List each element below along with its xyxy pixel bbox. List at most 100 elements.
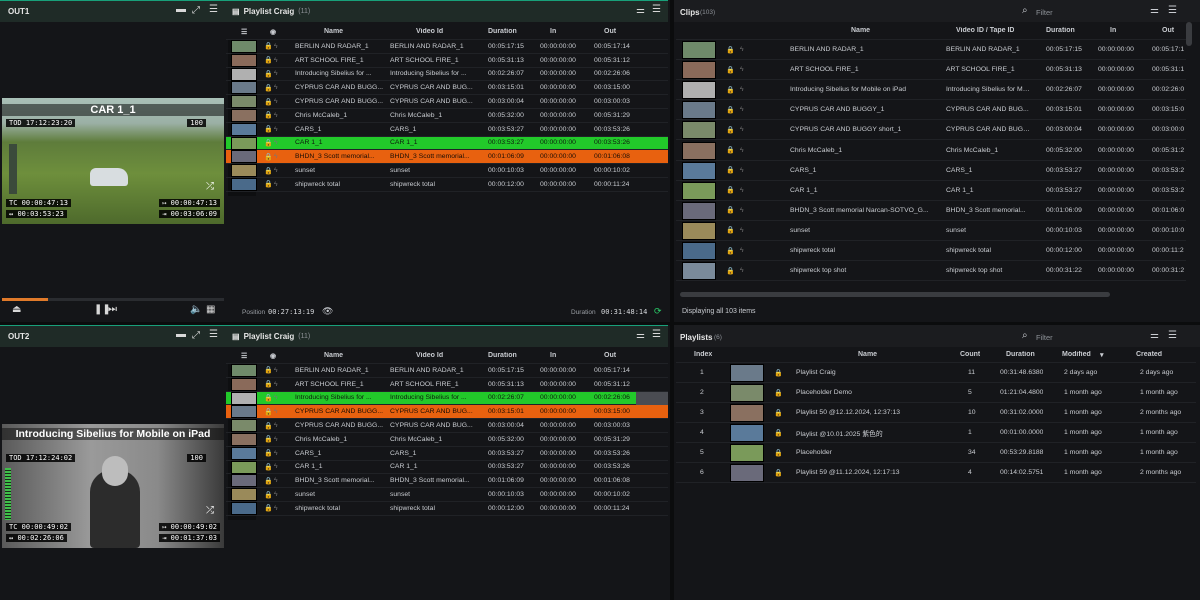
- playlist-row[interactable]: 🔒 ϟ BHDN_3 Scott memorial... BHDN_3 Scott m…: [226, 150, 668, 165]
- skip-next-icon[interactable]: ⏭: [108, 305, 117, 315]
- playlist-row[interactable]: 🔒 ϟ shipwreck total shipwreck total 00:00:12…: [226, 502, 668, 516]
- clip-row[interactable]: 🔒 ϟ Introducing Sibelius for Mobile on iPa…: [676, 80, 1186, 101]
- search-icon[interactable]: ⌕: [1022, 330, 1028, 341]
- col-in[interactable]: In: [1110, 27, 1116, 34]
- refresh-icon[interactable]: ⟳: [654, 306, 662, 317]
- minimize-icon[interactable]: ▬: [176, 5, 186, 15]
- settings-sliders-icon[interactable]: ⚌: [1150, 330, 1159, 341]
- expand-icon[interactable]: ⤢: [192, 6, 200, 16]
- playlist-row[interactable]: 🔒 ϟ Introducing Sibelius for ... Introducin…: [226, 67, 668, 82]
- target-icon[interactable]: ◉: [270, 352, 276, 360]
- out1-progress-bar[interactable]: [2, 298, 224, 301]
- duration: 00:01:06:09: [488, 153, 524, 161]
- playlist-row[interactable]: 🔒 ϟ sunset sunset 00:00:10:03 00:00:00:00 00:0…: [226, 164, 668, 178]
- menu-icon[interactable]: ☰: [652, 5, 661, 15]
- clip-row[interactable]: 🔒 ϟ CARS_1 CARS_1 00:03:53:27 00:00:00:00 00:0…: [676, 161, 1186, 181]
- clips-hscrollbar[interactable]: [680, 292, 1110, 297]
- playlist-row[interactable]: 🔒 ϟ CYPRUS CAR AND BUGG... CYPRUS CAR AND B…: [226, 419, 668, 433]
- volume-icon[interactable]: 🔈: [190, 305, 202, 315]
- clip-row[interactable]: 🔒 ϟ sunset sunset 00:00:10:03 00:00:00:00 00:0…: [676, 221, 1186, 241]
- playlist-row[interactable]: 🔒 ϟ CAR 1_1 CAR 1_1 00:03:53:27 00:00:00:00 00…: [226, 460, 668, 475]
- playlist-item-row[interactable]: 4 🔒 Playlist @10.01.2025 紫色的 1 00:01:00.0000…: [676, 423, 1196, 443]
- playlist-row[interactable]: 🔒 ϟ shipwreck total shipwreck total 00:00:12…: [226, 178, 668, 192]
- clip-row[interactable]: 🔒 ϟ Chris McCaleb_1 Chris McCaleb_1 00:05:32…: [676, 141, 1186, 161]
- clip-row[interactable]: 🔒 ϟ CAR 1_1 CAR 1_1 00:03:53:27 00:00:00:00 00…: [676, 181, 1186, 201]
- playlist-item-row[interactable]: 5 🔒 Placeholder 34 00:53:29.8188 1 month ago 1…: [676, 443, 1196, 463]
- col-created[interactable]: Created: [1136, 351, 1162, 358]
- clip-row[interactable]: 🔒 ϟ BERLIN AND RADAR_1 BERLIN AND RADAR_1 00…: [676, 40, 1186, 61]
- playlist-item-row[interactable]: 1 🔒 Playlist Craig 11 00:31:48.6380 2 days ag…: [676, 363, 1196, 383]
- expand-icon[interactable]: ⤢: [192, 331, 200, 341]
- playlist-row[interactable]: 🔒 ϟ ART SCHOOL FIRE_1 ART SCHOOL FIRE_1 00:0…: [226, 53, 668, 68]
- col-video-id[interactable]: Video Id: [416, 352, 443, 359]
- col-name[interactable]: Name: [858, 351, 877, 358]
- eye-icon[interactable]: 👁: [322, 306, 333, 317]
- out2-tc: TC 00:00:49:02: [6, 523, 72, 531]
- playlist-item-row[interactable]: 2 🔒 Placeholder Demo 5 01:21:04.4800 1 month …: [676, 383, 1196, 403]
- col-out[interactable]: Out: [1162, 27, 1174, 34]
- settings-sliders-icon[interactable]: ⚌: [1150, 5, 1159, 16]
- col-index[interactable]: Index: [694, 351, 712, 358]
- calendar-icon[interactable]: ▦: [206, 305, 215, 315]
- col-video-id[interactable]: Video Id: [416, 28, 443, 35]
- menu-icon[interactable]: ☰: [1168, 5, 1177, 16]
- playlist-row[interactable]: 🔒 ϟ CARS_1 CARS_1 00:03:53:27 00:00:00:00 00:0…: [226, 122, 668, 137]
- minimize-icon[interactable]: ▬: [176, 330, 186, 340]
- col-duration[interactable]: Duration: [488, 352, 517, 359]
- col-count[interactable]: Count: [960, 351, 980, 358]
- playlist-row[interactable]: 🔒 ϟ CYPRUS CAR AND BUGG... CYPRUS CAR AND B…: [226, 405, 668, 420]
- playlist-row[interactable]: 🔒 ϟ BHDN_3 Scott memorial... BHDN_3 Scott m…: [226, 474, 668, 489]
- out2-level: 100: [187, 454, 206, 462]
- settings-sliders-icon[interactable]: ⚌: [636, 331, 645, 341]
- col-in[interactable]: In: [550, 28, 556, 35]
- clip-row[interactable]: 🔒 ϟ ART SCHOOL FIRE_1 ART SCHOOL FIRE_1 00:0…: [676, 60, 1186, 81]
- col-duration[interactable]: Duration: [488, 28, 517, 35]
- col-video-id[interactable]: Video ID / Tape ID: [956, 27, 1014, 34]
- playlist-row[interactable]: 🔒 ϟ CAR 1_1 CAR 1_1 00:03:53:27 00:00:00:00 00…: [226, 136, 668, 151]
- clip-row[interactable]: 🔒 ϟ shipwreck total shipwreck total 00:00:12…: [676, 241, 1186, 262]
- menu-icon[interactable]: ☰: [209, 330, 218, 340]
- playlist-item-row[interactable]: 6 🔒 Playlist 59 @11.12.2024, 12:17:13 4 00:1…: [676, 463, 1196, 483]
- col-out[interactable]: Out: [604, 28, 616, 35]
- menu-icon[interactable]: ☰: [209, 5, 218, 15]
- playlist-row[interactable]: 🔒 ϟ BERLIN AND RADAR_1 BERLIN AND RADAR_1 00…: [226, 40, 668, 54]
- col-out[interactable]: Out: [604, 352, 616, 359]
- playlist-row[interactable]: 🔒 ϟ Chris McCaleb_1 Chris McCaleb_1 00:05:32…: [226, 433, 668, 447]
- playlist-row[interactable]: 🔒 ϟ Introducing Sibelius for ... Introducin…: [226, 391, 668, 406]
- col-duration[interactable]: Duration: [1006, 351, 1035, 358]
- col-in[interactable]: In: [550, 352, 556, 359]
- menu-icon[interactable]: ☰: [1168, 330, 1177, 341]
- playlist-row[interactable]: 🔒 ϟ CYPRUS CAR AND BUGG... CYPRUS CAR AND B…: [226, 95, 668, 109]
- playlist-row[interactable]: 🔒 ϟ CARS_1 CARS_1 00:03:53:27 00:00:00:00 00:0…: [226, 446, 668, 461]
- in-point: 00:00:00:00: [1098, 226, 1134, 234]
- in-point: 00:00:00:00: [540, 111, 576, 119]
- eject-icon[interactable]: ⏏: [12, 305, 21, 315]
- clip-name: shipwreck total: [790, 247, 835, 255]
- col-name[interactable]: Name: [324, 28, 343, 35]
- playlist-row[interactable]: 🔒 ϟ BERLIN AND RADAR_1 BERLIN AND RADAR_1 00…: [226, 364, 668, 378]
- columns-icon[interactable]: ☰: [241, 28, 247, 36]
- menu-icon[interactable]: ☰: [652, 330, 661, 340]
- col-name[interactable]: Name: [324, 352, 343, 359]
- settings-sliders-icon[interactable]: ⚌: [636, 6, 645, 16]
- clip-row[interactable]: 🔒 ϟ CYPRUS CAR AND BUGGY short_1 CYPRUS CAR…: [676, 120, 1186, 141]
- col-modified[interactable]: Modified: [1062, 351, 1091, 358]
- search-icon[interactable]: ⌕: [1022, 5, 1028, 16]
- playlist-row[interactable]: 🔒 ϟ sunset sunset 00:00:10:03 00:00:00:00 00:0…: [226, 488, 668, 502]
- video-id: shipwreck total: [390, 180, 435, 188]
- columns-icon[interactable]: ☰: [241, 352, 247, 360]
- clips-filter-input[interactable]: Filter: [1036, 8, 1053, 17]
- col-name[interactable]: Name: [851, 27, 870, 34]
- playlist-row[interactable]: 🔒 ϟ ART SCHOOL FIRE_1 ART SCHOOL FIRE_1 00:0…: [226, 377, 668, 392]
- playlist-item-row[interactable]: 3 🔒 Playlist 50 @12.12.2024, 12:37:13 10 00:…: [676, 403, 1196, 423]
- target-icon[interactable]: ◉: [270, 28, 276, 36]
- clip-row[interactable]: 🔒 ϟ CYPRUS CAR AND BUGGY_1 CYPRUS CAR AND B…: [676, 100, 1186, 121]
- clip-row[interactable]: 🔒 ϟ shipwreck top shot shipwreck top shot 00…: [676, 261, 1186, 282]
- sort-desc-icon[interactable]: ▾: [1100, 351, 1104, 359]
- col-duration[interactable]: Duration: [1046, 27, 1075, 34]
- playlist-row[interactable]: 🔒 ϟ Chris McCaleb_1 Chris McCaleb_1 00:05:32…: [226, 109, 668, 123]
- playlists-filter-input[interactable]: Filter: [1036, 333, 1053, 342]
- clip-row[interactable]: 🔒 ϟ BHDN_3 Scott memorial Narcan-SOTVO_G..…: [676, 201, 1186, 221]
- playlist-row[interactable]: 🔒 ϟ CYPRUS CAR AND BUGG... CYPRUS CAR AND B…: [226, 81, 668, 96]
- clips-scrollbar[interactable]: [1186, 22, 1192, 46]
